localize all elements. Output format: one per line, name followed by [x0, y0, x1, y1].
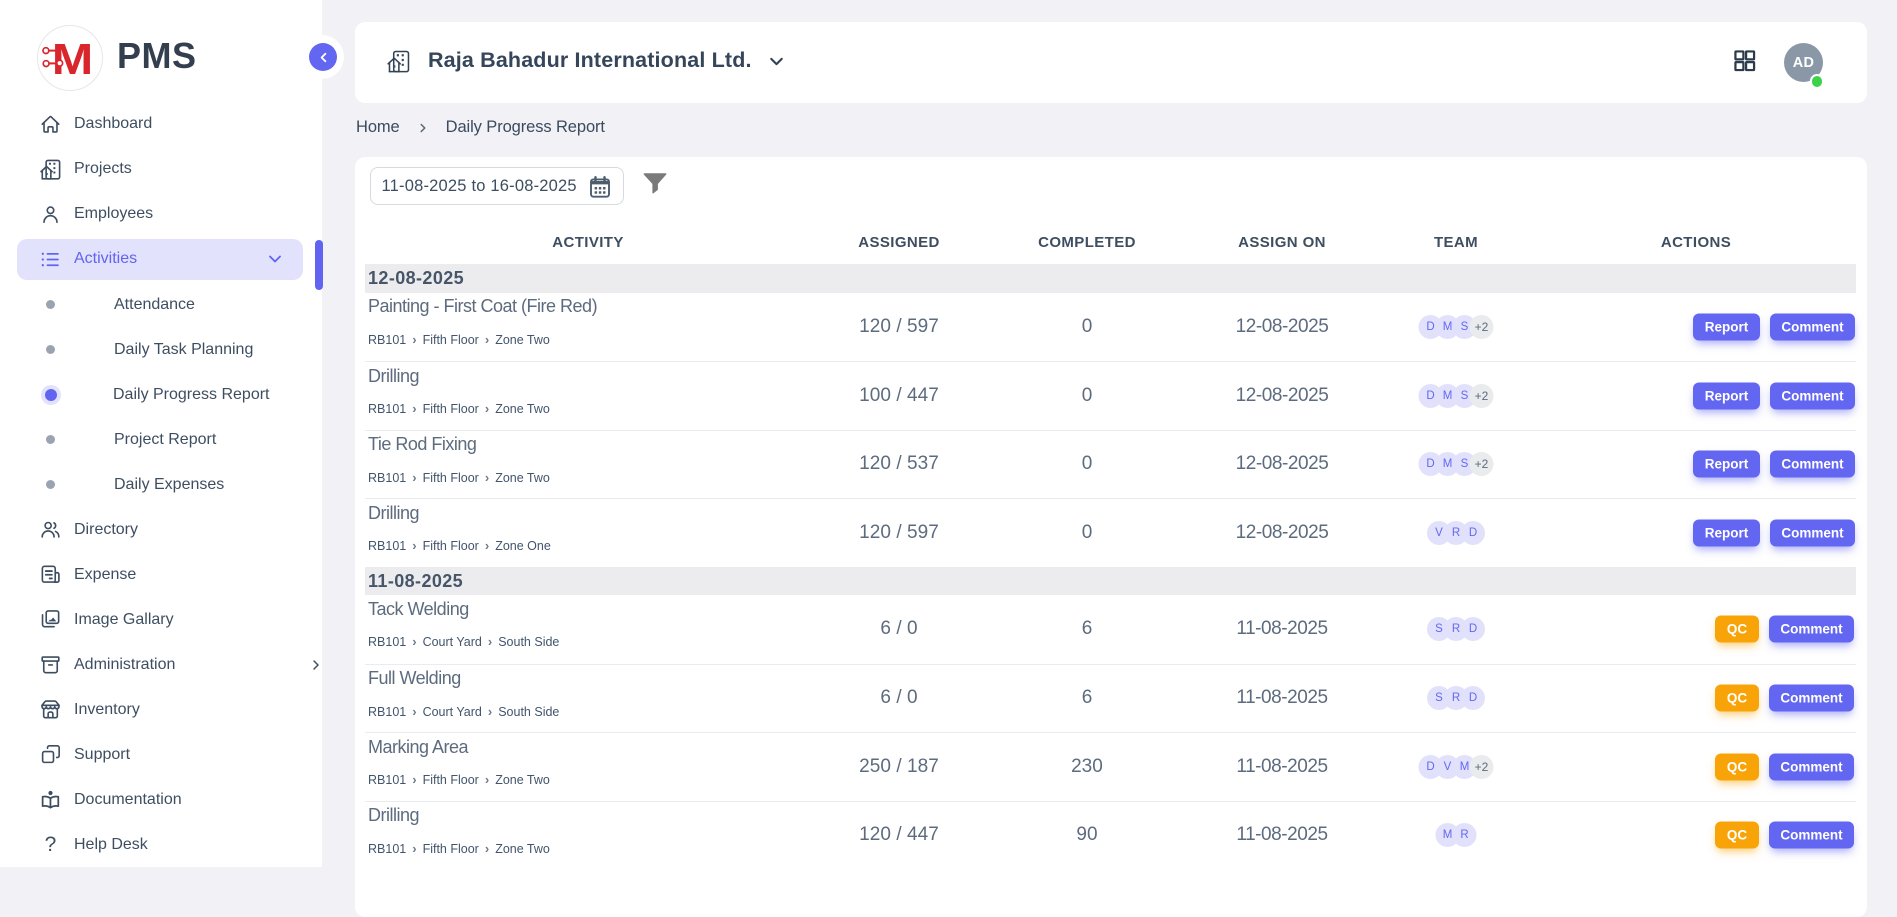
svg-text:M: M [52, 35, 94, 84]
